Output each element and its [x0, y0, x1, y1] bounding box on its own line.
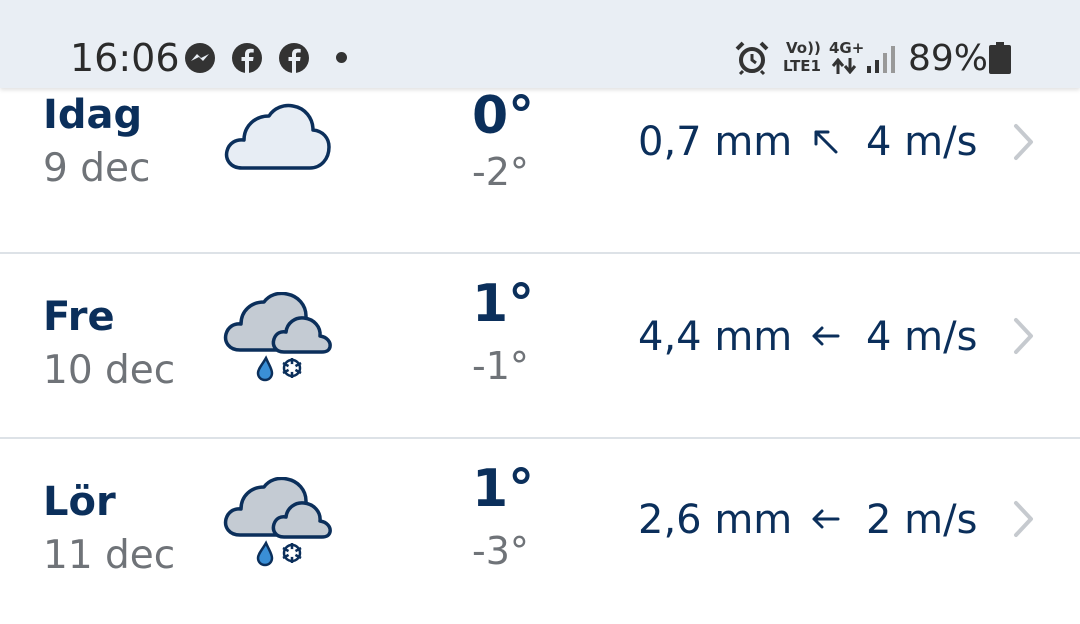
forecast-row[interactable]: Idag 9 dec 0° -2° 0,7 mm 4 m/s [0, 68, 1080, 253]
facebook-icon [278, 42, 310, 79]
cloud-icon [222, 102, 334, 177]
forecast-day: Fre [43, 294, 115, 340]
messenger-icon [184, 42, 216, 79]
arrow-up-left-icon [806, 122, 846, 162]
forecast-row[interactable]: Fre 10 dec 1° -1° 4,4 mm 4 m/s [0, 254, 1080, 439]
signal-icon [866, 44, 896, 79]
forecast-day: Lör [43, 479, 116, 525]
forecast-max-temp: 1° [472, 274, 535, 334]
forecast-date: 10 dec [43, 348, 176, 393]
forecast-min-temp: -3° [472, 529, 529, 573]
alarm-icon [734, 40, 770, 81]
forecast-wind-speed: 2 m/s [866, 497, 978, 543]
forecast-max-temp: 1° [472, 459, 535, 519]
forecast-precipitation: 0,7 mm [638, 119, 793, 165]
forecast-date: 11 dec [43, 533, 176, 578]
sleet-icon [222, 291, 338, 393]
forecast-min-temp: -2° [472, 150, 529, 194]
forecast-max-temp: 0° [472, 86, 535, 146]
forecast-date: 9 dec [43, 146, 151, 191]
battery-percent: 89% [908, 38, 989, 79]
chevron-right-icon [1010, 499, 1038, 539]
status-time: 16:06 [70, 36, 180, 80]
volte-label: Vo)) [786, 39, 821, 57]
forecast-precipitation: 4,4 mm [638, 314, 793, 360]
network-label: 4G+ [829, 39, 865, 57]
chevron-right-icon [1010, 316, 1038, 356]
forecast-wind-speed: 4 m/s [866, 119, 978, 165]
facebook-icon [231, 42, 263, 79]
status-bar: 16:06 Vo)) LTE1 4G+ 89% [0, 0, 1080, 88]
forecast-precipitation: 2,6 mm [638, 497, 793, 543]
forecast-row[interactable]: Lör 11 dec 1° -3° 2,6 mm 2 m/s [0, 439, 1080, 624]
chevron-right-icon [1010, 122, 1038, 162]
data-activity-icon [831, 57, 857, 79]
arrow-left-icon [806, 316, 846, 356]
forecast-wind-speed: 4 m/s [866, 314, 978, 360]
battery-icon [989, 42, 1011, 74]
forecast-day: Idag [43, 92, 143, 138]
arrow-left-icon [806, 499, 846, 539]
sleet-icon [222, 476, 338, 578]
forecast-min-temp: -1° [472, 344, 529, 388]
more-notifications-dot [336, 52, 347, 63]
lte-label: LTE1 [783, 57, 821, 75]
